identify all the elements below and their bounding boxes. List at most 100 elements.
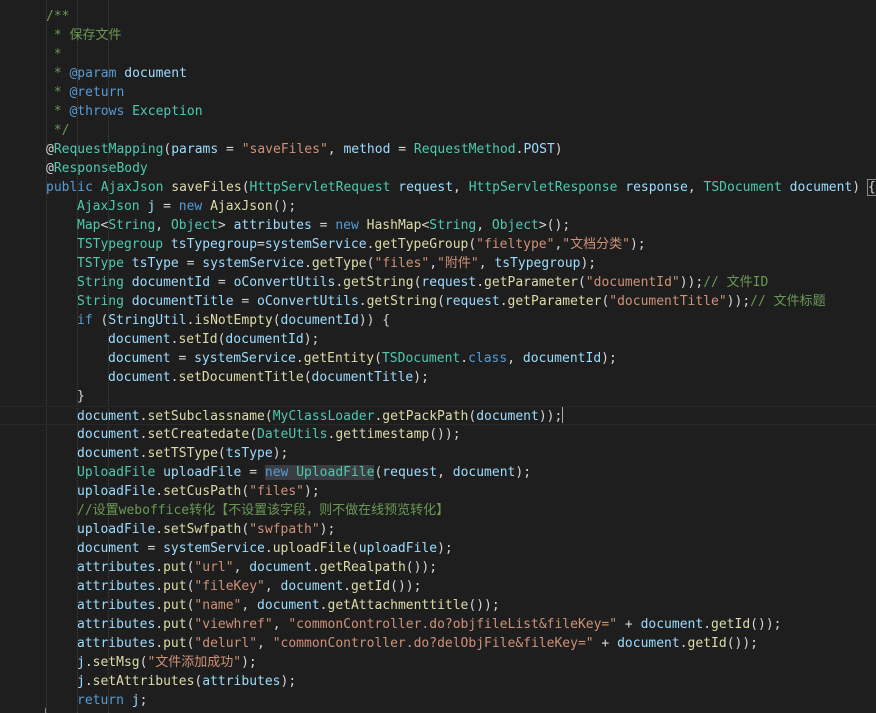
type-token: UploadFile [77,465,156,480]
code-line[interactable]: document.setDocumentTitle(documentTitle)… [0,368,876,387]
code-line[interactable]: UploadFile uploadFile = new UploadFile(r… [0,463,876,482]
code-line[interactable]: document = systemService.uploadFile(uplo… [0,539,876,558]
code-line[interactable]: String documentId = oConvertUtils.getStr… [0,273,876,292]
code-line[interactable]: attributes.put("viewhref", "commonContro… [0,615,876,634]
punctuation-token: + [593,636,618,651]
code-line-text: */ [46,121,70,140]
code-line[interactable]: attributes.put("delurl", "commonControll… [0,634,876,653]
punctuation-token: } [77,389,85,404]
punctuation-token: ( [272,313,281,328]
type-token: String [429,218,477,233]
punctuation-token: + [617,617,641,632]
code-line-current[interactable]: document.setSubclassname(MyClassLoader.g… [0,406,876,425]
code-line[interactable]: j.setAttributes(attributes); [0,672,876,691]
code-line[interactable]: j.setMsg("文件添加成功"); [0,653,876,672]
code-line[interactable]: //设置weboffice转化【不设置该字段，则不做在线预览转化】 [0,501,876,520]
punctuation-token: ( [241,180,250,195]
method-token: put [163,560,187,575]
type-token: TSTypegroup [77,237,164,252]
identifier-token: response [625,180,688,195]
identifier-token: uploadFile [358,541,438,556]
punctuation-token: = [311,218,336,233]
code-line[interactable]: /** [0,7,876,26]
punctuation-token: , [429,256,438,271]
code-line-text: * @throws Exception [46,102,203,121]
type-token: Object [491,218,539,233]
code-line[interactable]: } [0,387,876,406]
identifier-token: attributes [233,218,312,233]
identifier-token: attributes [77,560,156,575]
punctuation-token [124,693,132,708]
punctuation-token [124,275,132,290]
identifier-token: request [382,465,438,480]
punctuation-token: . [476,275,485,290]
identifier-token: tsTypegroup [494,256,581,271]
code-line[interactable]: * 保存文件 [0,26,876,45]
string-token: "commonController.do?objfileList&fileKey… [288,617,618,632]
code-line-text: String documentTitle = oConvertUtils.get… [77,292,826,311]
code-editor[interactable]: /** * 保存文件 * * @param document * @return… [0,0,876,713]
method-token: setCreatedate [147,427,250,442]
punctuation-token: . [155,522,164,537]
identifier-token: uploadFile [77,522,156,537]
code-line[interactable]: attributes.put("url", document.getRealpa… [0,558,876,577]
code-line[interactable]: if (StringUtil.isNotEmpty(documentId)) { [0,311,876,330]
punctuation-token: )); [726,294,751,309]
identifier-token: document [108,351,171,366]
code-line[interactable]: @RequestMapping(params = "saveFiles", me… [0,140,876,159]
punctuation-token: ) [554,142,563,157]
code-line[interactable]: TSTypegroup tsTypegroup=systemService.ge… [0,235,876,254]
punctuation-token: ); [272,446,289,461]
code-line[interactable]: * @return [0,83,876,102]
code-line[interactable]: document.setTSType(tsType); [0,444,876,463]
punctuation-token: ()); [750,617,782,632]
punctuation-token: , [478,256,495,271]
punctuation-token: ( [249,427,258,442]
punctuation-token: ) [852,180,868,195]
code-line[interactable]: uploadFile.setSwfpath("swfpath"); [0,520,876,539]
code-line[interactable]: return j; [0,691,876,710]
code-line[interactable]: AjaxJson j = new AjaxJson(); [0,197,876,216]
code-line[interactable]: Map<String, Object> attributes = new Has… [0,216,876,235]
code-line[interactable]: attributes.put("fileKey", document.getId… [0,577,876,596]
identifier-token: oConvertUtils [233,275,336,290]
code-line[interactable]: attributes.put("name", document.getAttac… [0,596,876,615]
code-line[interactable]: document.setId(documentId); [0,330,876,349]
comment-token: */ [46,123,70,138]
punctuation-token: )) { [358,313,391,328]
identifier-token: document [77,446,140,461]
code-line[interactable]: * @param document [0,64,876,83]
code-line-text: document = systemService.getEntity(TSDoc… [108,349,617,368]
punctuation-token: . [264,541,273,556]
punctuation-token: . [84,674,93,689]
code-line[interactable]: @ResponseBody [0,159,876,178]
code-line[interactable]: uploadFile.setCusPath("files"); [0,482,876,501]
code-line[interactable]: document = systemService.getEntity(TSDoc… [0,349,876,368]
code-line[interactable]: document.setCreatedate(DateUtils.gettime… [0,425,876,444]
identifier-token: systemService [264,237,367,252]
code-line[interactable]: String documentTitle = oConvertUtils.get… [0,292,876,311]
code-line[interactable]: */ [0,121,876,140]
punctuation-token: ); [241,655,257,670]
punctuation-token: )); [538,409,563,424]
string-token: "name" [194,598,242,613]
punctuation-token: . [703,617,712,632]
punctuation-token: = [257,237,265,252]
code-line[interactable]: TSType tsType = systemService.getType("f… [0,254,876,273]
code-line[interactable]: * [0,45,876,64]
code-line-text: TSTypegroup tsTypegroup=systemService.ge… [77,235,646,254]
code-line[interactable]: * @throws Exception [0,102,876,121]
code-line[interactable]: public AjaxJson saveFiles(HttpServletReq… [0,178,876,197]
punctuation-token: . [358,294,367,309]
method-token: getParameter [484,275,578,290]
method-token: setId [178,332,218,347]
method-token: getString [366,294,438,309]
punctuation-token: ( [217,446,226,461]
type-token: TSDocument [703,180,782,195]
annotation-token: RequestMapping [53,142,164,157]
code-line-text: attributes.put("url", document.getRealpa… [77,558,437,577]
punctuation-token: . [155,636,164,651]
method-token: setCusPath [163,484,242,499]
identifier-token: method [343,142,391,157]
type-token: RequestMethod [413,142,516,157]
